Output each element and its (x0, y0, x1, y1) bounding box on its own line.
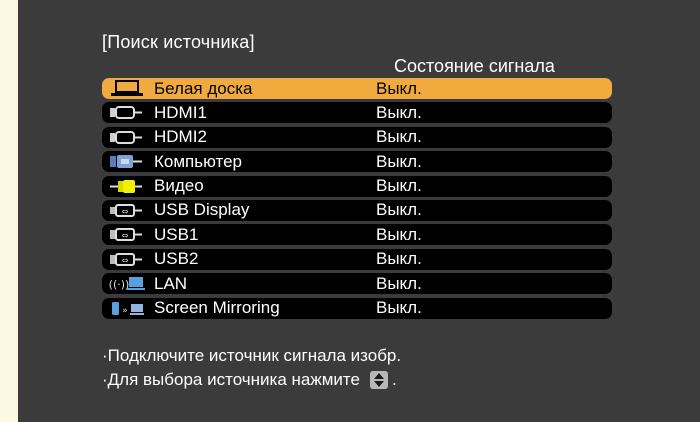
source-status: Выкл. (376, 224, 422, 244)
source-status: Выкл. (376, 78, 422, 98)
source-label: HDMI1 (154, 102, 207, 122)
lan-icon: ((·)) (102, 273, 154, 294)
page-title: [Поиск источника] (102, 32, 255, 52)
source-row-usb-display[interactable]: ⇔ USB Display Выкл. (102, 199, 612, 221)
source-status: Выкл. (376, 102, 422, 122)
source-status: Выкл. (376, 249, 422, 269)
status-column-header: Состояние сигнала (394, 56, 555, 76)
select-source-hint-text: ·Для выбора источника нажмите (102, 370, 360, 389)
hdmi-icon (102, 102, 154, 123)
source-label: Компьютер (154, 151, 242, 171)
source-status: Выкл. (376, 298, 422, 318)
svg-text:⇔: ⇔ (122, 231, 129, 240)
svg-text:⇔: ⇔ (122, 207, 129, 216)
source-row-hdmi1[interactable]: HDMI1 Выкл. (102, 102, 612, 124)
svg-text:⇔: ⇔ (122, 256, 129, 265)
source-row-computer[interactable]: Компьютер Выкл. (102, 151, 612, 173)
source-label: USB Display (154, 200, 250, 220)
source-row-usb2[interactable]: ⇔ USB2 Выкл. (102, 248, 612, 270)
source-status: Выкл. (376, 176, 422, 196)
svg-text:((·)): ((·)) (109, 278, 130, 291)
source-row-usb1[interactable]: ⇔ USB1 Выкл. (102, 224, 612, 246)
source-list: Белая доска Выкл. HDMI1 Выкл. HDMI2 Выкл… (102, 78, 612, 322)
source-status: Выкл. (376, 273, 422, 293)
connect-source-hint: ·Подключите источник сигнала изобр. (102, 346, 402, 365)
svg-text:»: » (122, 306, 128, 316)
source-row-video[interactable]: Видео Выкл. (102, 175, 612, 197)
video-icon (102, 176, 154, 197)
source-row-whiteboard[interactable]: Белая доска Выкл. (102, 78, 612, 99)
hdmi-icon (102, 127, 154, 148)
source-status: Выкл. (376, 200, 422, 220)
source-label: HDMI2 (154, 127, 207, 147)
select-source-hint-end: . (391, 370, 397, 389)
source-row-screen-mirroring[interactable]: » Screen Mirroring Выкл. (102, 297, 612, 319)
screen-mirroring-icon: » (102, 298, 154, 319)
computer-icon (102, 151, 154, 172)
up-down-arrows-icon (369, 371, 388, 389)
source-label: Screen Mirroring (154, 298, 280, 318)
source-row-lan[interactable]: ((·)) LAN Выкл. (102, 273, 612, 295)
source-row-hdmi2[interactable]: HDMI2 Выкл. (102, 126, 612, 148)
source-status: Выкл. (376, 127, 422, 147)
source-label: LAN (154, 273, 188, 293)
source-search-screen: [Поиск источника] Состояние сигнала Бела… (18, 0, 700, 422)
whiteboard-icon (102, 78, 154, 99)
usb-display-icon: ⇔ (102, 200, 154, 221)
source-status: Выкл. (376, 151, 422, 171)
source-label: Видео (154, 176, 204, 196)
usb-icon: ⇔ (102, 249, 154, 270)
source-label: Белая доска (154, 78, 253, 98)
select-source-hint: ·Для выбора источника нажмите . (102, 370, 397, 390)
source-label: USB2 (154, 249, 199, 269)
source-label: USB1 (154, 224, 199, 244)
usb-icon: ⇔ (102, 224, 154, 245)
